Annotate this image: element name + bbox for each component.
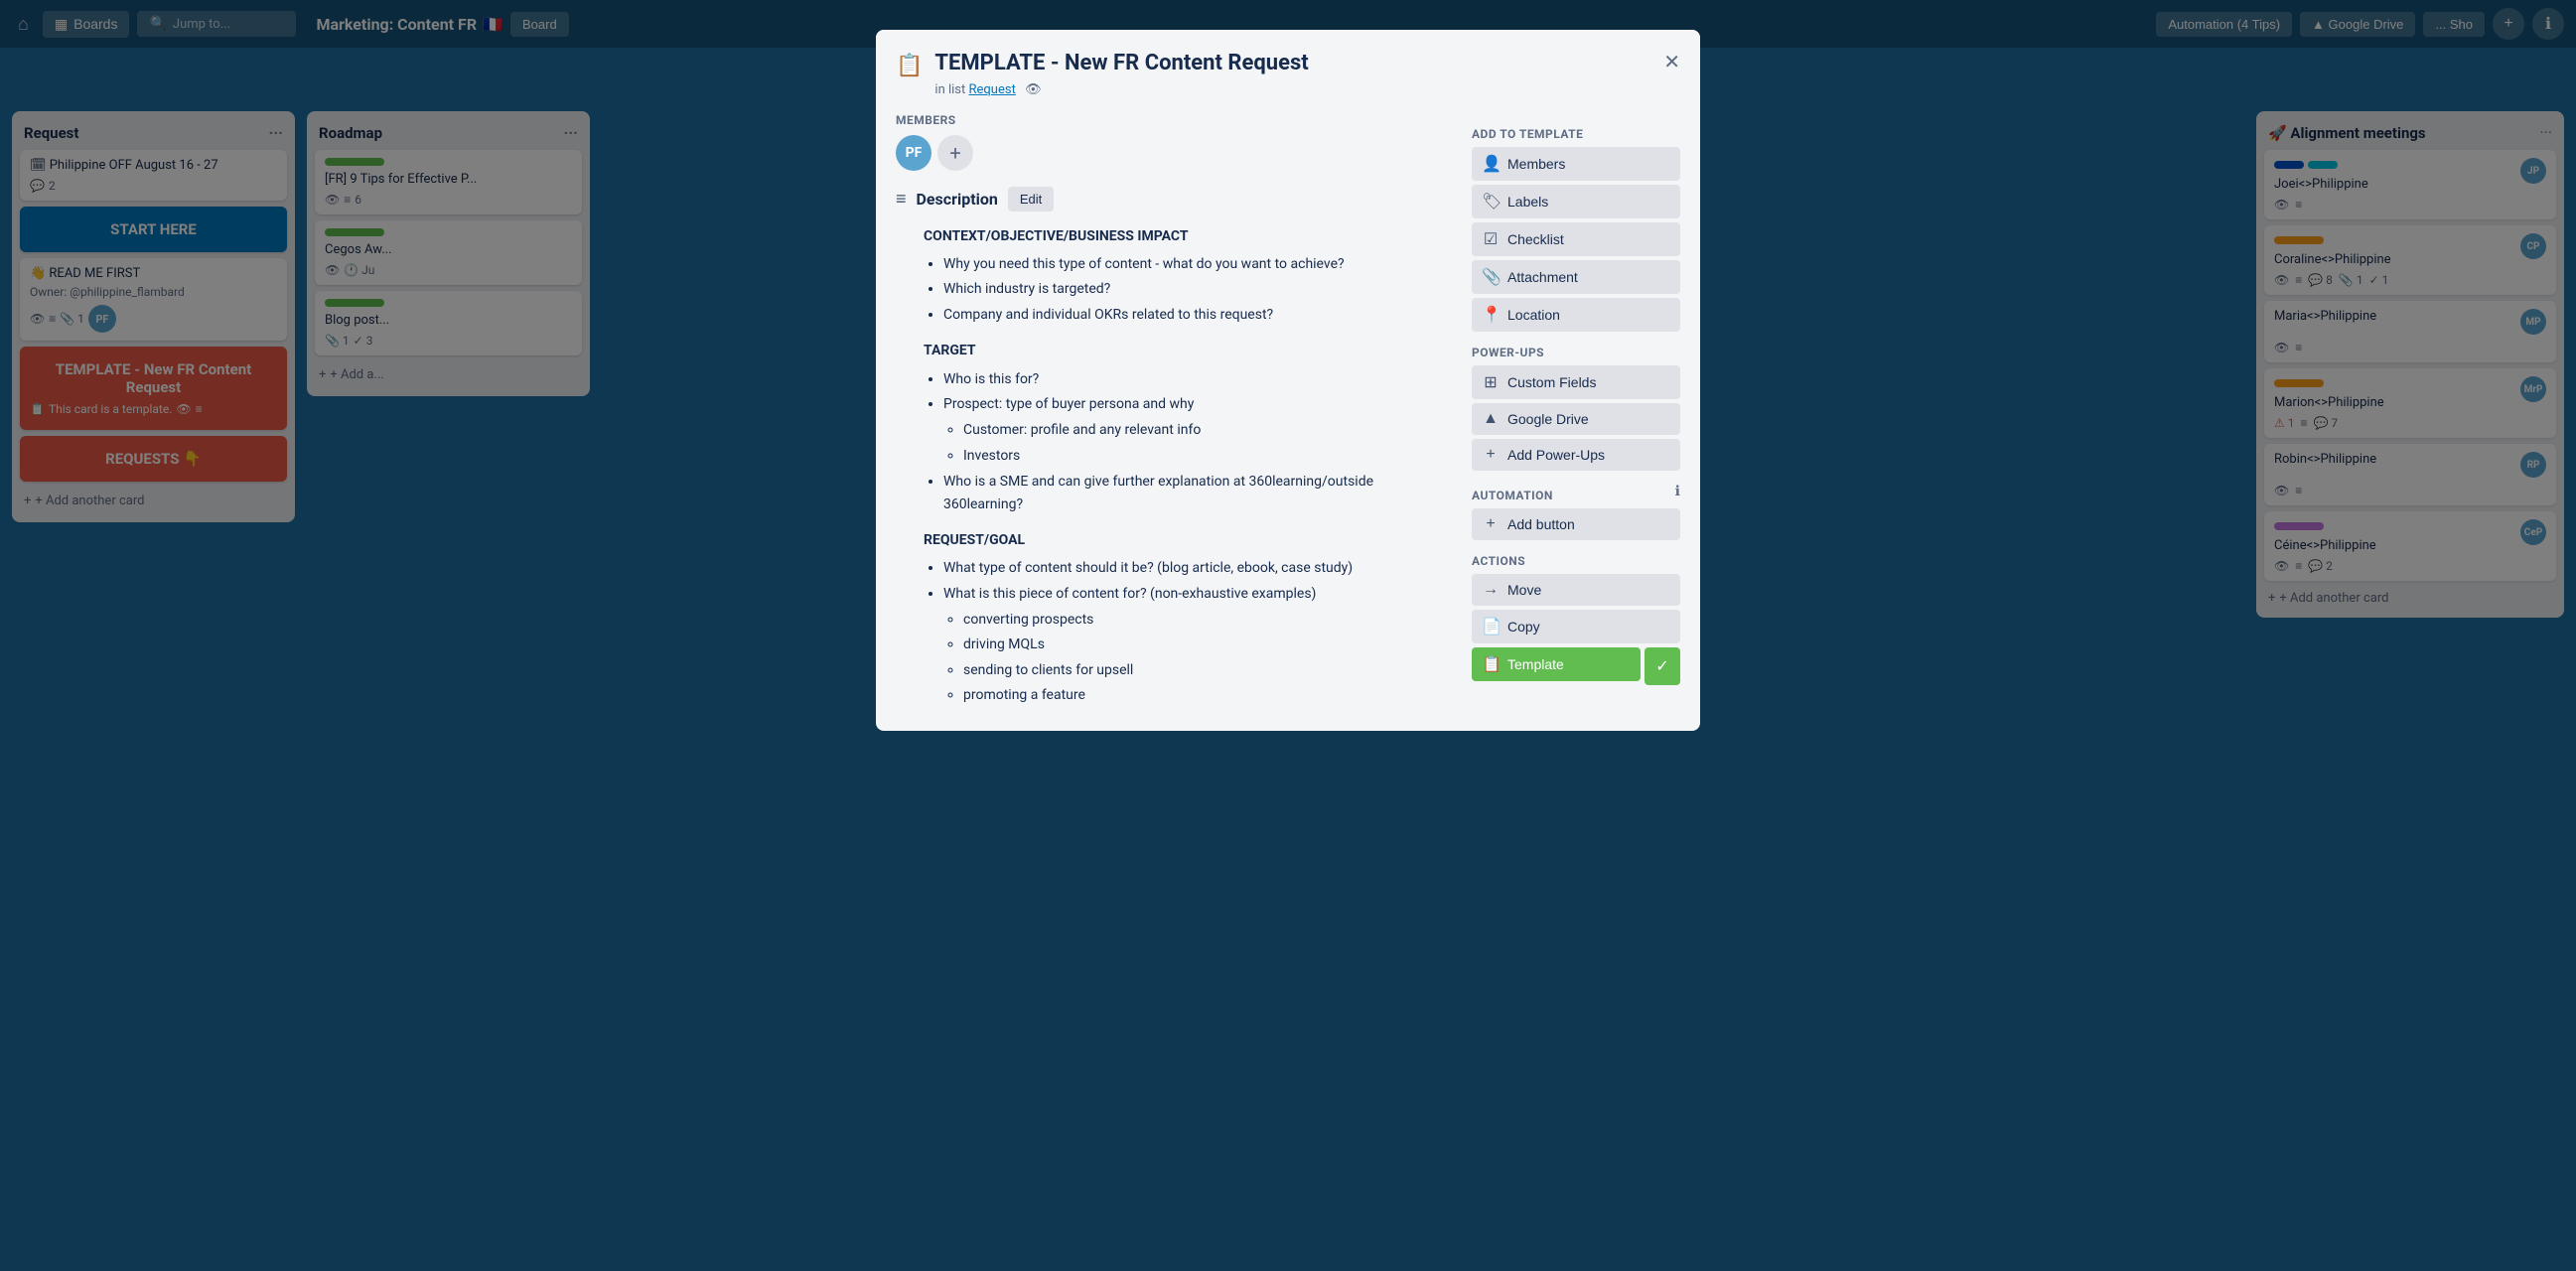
- google-drive-icon: ▲: [1482, 410, 1500, 428]
- members-label: MEMBERS: [896, 113, 1456, 127]
- in-list-link[interactable]: Request: [969, 82, 1016, 97]
- add-button-icon: +: [1482, 515, 1500, 533]
- custom-fields-button[interactable]: ⊞ Custom Fields: [1472, 365, 1680, 399]
- members-row: PF +: [896, 135, 1456, 171]
- desc-section-heading: CONTEXT/OBJECTIVE/BUSINESS IMPACT: [924, 225, 1456, 247]
- edit-description-button[interactable]: Edit: [1008, 187, 1054, 212]
- actions-label: ACTIONS: [1472, 554, 1680, 568]
- google-drive-button[interactable]: ▲ Google Drive: [1472, 403, 1680, 435]
- description-icon: ≡: [896, 189, 907, 210]
- modal-header: 📋 TEMPLATE - New FR Content Request in l…: [876, 30, 1700, 97]
- labels-icon: 🏷: [1482, 192, 1500, 212]
- location-button[interactable]: 📍 Location: [1472, 298, 1680, 332]
- card-modal: 📋 TEMPLATE - New FR Content Request in l…: [876, 30, 1700, 731]
- template-button[interactable]: 📋 Template: [1472, 647, 1641, 681]
- desc-section-list: What type of content should it be? (blog…: [924, 557, 1456, 706]
- modal-close-button[interactable]: ✕: [1663, 50, 1680, 74]
- modal-body: MEMBERS PF + ≡ Description Edit CONT: [876, 97, 1700, 731]
- location-icon: 📍: [1482, 305, 1500, 325]
- add-button-automation[interactable]: + Add button: [1472, 508, 1680, 540]
- custom-fields-icon: ⊞: [1482, 372, 1500, 392]
- list-item: Who is this for?: [943, 368, 1456, 390]
- move-button[interactable]: → Move: [1472, 574, 1680, 606]
- description-header: ≡ Description Edit: [896, 187, 1456, 212]
- automation-label: AUTOMATION: [1472, 489, 1553, 502]
- attachment-icon: 📎: [1482, 267, 1500, 287]
- modal-overlay[interactable]: 📋 TEMPLATE - New FR Content Request in l…: [0, 0, 2576, 1271]
- list-item: Customer: profile and any relevant info: [963, 419, 1456, 441]
- list-item: Which industry is targeted?: [943, 278, 1456, 300]
- list-item: Why you need this type of content - what…: [943, 253, 1456, 275]
- card-template-icon: 📋: [896, 54, 923, 78]
- members-icon: 👤: [1482, 154, 1500, 174]
- modal-title: TEMPLATE - New FR Content Request: [934, 50, 1651, 78]
- copy-button[interactable]: 📄 Copy: [1472, 610, 1680, 643]
- desc-section-list: Why you need this type of content - what…: [924, 253, 1456, 326]
- list-item: promoting a feature: [963, 684, 1456, 706]
- description-title: Description: [917, 190, 998, 209]
- list-item: Prospect: type of buyer persona and why …: [943, 393, 1456, 467]
- template-icon: 📋: [1482, 654, 1500, 674]
- desc-section-list: Who is this for? Prospect: type of buyer…: [924, 368, 1456, 515]
- list-item: What is this piece of content for? (non-…: [943, 583, 1456, 707]
- move-icon: →: [1482, 581, 1500, 599]
- modal-main-content: MEMBERS PF + ≡ Description Edit CONT: [896, 113, 1456, 711]
- add-member-button[interactable]: +: [937, 135, 973, 171]
- add-to-template-label: ADD TO TEMPLATE: [1472, 127, 1680, 141]
- list-item: Who is a SME and can give further explan…: [943, 471, 1456, 515]
- automation-info-icon: ℹ: [1675, 484, 1680, 499]
- member-avatar: PF: [896, 135, 931, 171]
- modal-sidebar: ADD TO TEMPLATE 👤 Members 🏷 Labels ☑ Che…: [1472, 113, 1680, 711]
- desc-section-heading: TARGET: [924, 340, 1456, 361]
- template-check-button[interactable]: ✓: [1645, 647, 1680, 685]
- labels-button[interactable]: 🏷 Labels: [1472, 185, 1680, 218]
- add-power-ups-button[interactable]: + Add Power-Ups: [1472, 439, 1680, 471]
- desc-section-heading: REQUEST/GOAL: [924, 529, 1456, 551]
- list-item: sending to clients for upsell: [963, 659, 1456, 681]
- members-button[interactable]: 👤 Members: [1472, 147, 1680, 181]
- power-ups-label: POWER-UPS: [1472, 346, 1680, 359]
- checklist-icon: ☑: [1482, 229, 1500, 249]
- description-content: CONTEXT/OBJECTIVE/BUSINESS IMPACT Why yo…: [896, 225, 1456, 707]
- list-item: driving MQLs: [963, 634, 1456, 655]
- watch-icon: 👁: [1025, 82, 1042, 97]
- list-item: What type of content should it be? (blog…: [943, 557, 1456, 579]
- list-item: converting prospects: [963, 609, 1456, 631]
- attachment-button[interactable]: 📎 Attachment: [1472, 260, 1680, 294]
- copy-icon: 📄: [1482, 617, 1500, 636]
- list-item: Investors: [963, 445, 1456, 467]
- modal-subtitle: in list Request 👁: [934, 82, 1651, 97]
- add-icon: +: [1482, 446, 1500, 464]
- checklist-button[interactable]: ☑ Checklist: [1472, 222, 1680, 256]
- template-row: 📋 Template ✓: [1472, 647, 1680, 685]
- list-item: Company and individual OKRs related to t…: [943, 304, 1456, 326]
